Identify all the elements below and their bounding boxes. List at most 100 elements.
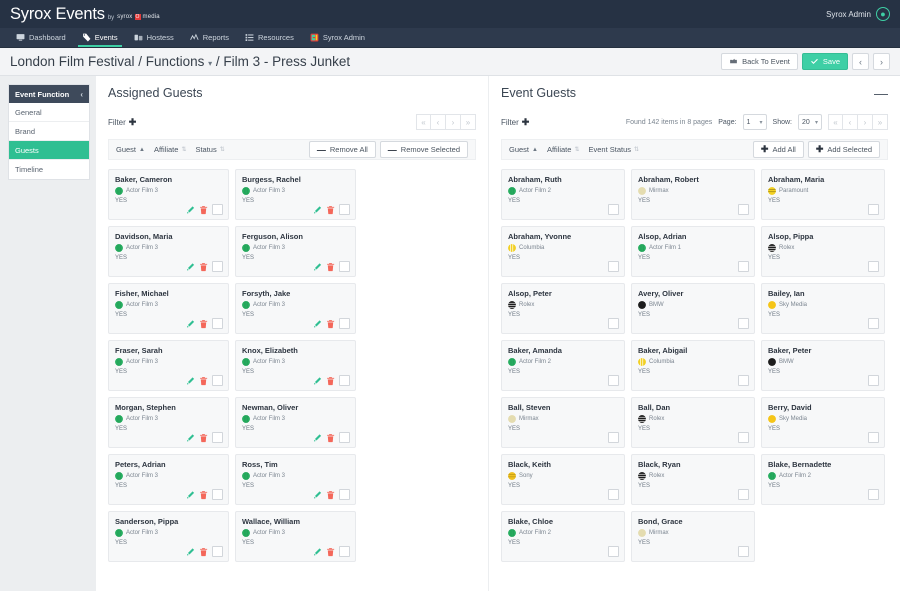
guest-card[interactable]: Knox, Elizabeth Actor Film 3 YES <box>235 340 356 391</box>
delete-guest-icon[interactable] <box>326 490 335 500</box>
guest-card[interactable]: Black, Keith Sony YES <box>501 454 625 505</box>
guest-select-checkbox[interactable] <box>608 489 619 500</box>
nav-item-dashboard[interactable]: Dashboard <box>8 28 74 47</box>
delete-guest-icon[interactable] <box>326 376 335 386</box>
nav-item-syrox-admin[interactable]: Syrox Admin <box>302 28 373 47</box>
guest-select-checkbox[interactable] <box>868 489 879 500</box>
guest-select-checkbox[interactable] <box>339 318 350 329</box>
guest-card[interactable]: Bailey, Ian Sky Media YES <box>761 283 885 334</box>
sidebar-item-general[interactable]: General <box>9 103 89 122</box>
guest-card[interactable]: Baker, Cameron Actor Film 3 YES <box>108 169 229 220</box>
delete-guest-icon[interactable] <box>199 433 208 443</box>
guest-select-checkbox[interactable] <box>212 432 223 443</box>
guest-select-checkbox[interactable] <box>868 261 879 272</box>
page-select[interactable]: 1 ▾ <box>742 114 767 130</box>
guest-select-checkbox[interactable] <box>868 318 879 329</box>
prev-page-button[interactable]: ‹ <box>431 114 446 130</box>
sort-by-status[interactable]: Status ⇅ <box>195 145 224 154</box>
next-page-button[interactable]: › <box>873 53 890 70</box>
guest-select-checkbox[interactable] <box>738 489 749 500</box>
nav-item-events[interactable]: Events <box>74 28 126 47</box>
delete-guest-icon[interactable] <box>326 319 335 329</box>
guest-select-checkbox[interactable] <box>738 318 749 329</box>
guest-select-checkbox[interactable] <box>339 546 350 557</box>
back-to-event-button[interactable]: Back To Event <box>721 53 798 70</box>
guest-select-checkbox[interactable] <box>868 432 879 443</box>
guest-select-checkbox[interactable] <box>212 204 223 215</box>
sort-by-guest[interactable]: Guest ▲ <box>116 145 145 154</box>
guest-card[interactable]: Alsop, Adrian Actor Film 1 YES <box>631 226 755 277</box>
guest-select-checkbox[interactable] <box>738 432 749 443</box>
guest-select-checkbox[interactable] <box>212 261 223 272</box>
nav-item-hostess[interactable]: Hostess <box>126 28 182 47</box>
avatar[interactable]: ● <box>876 7 890 21</box>
guest-select-checkbox[interactable] <box>868 375 879 386</box>
guest-card[interactable]: Fraser, Sarah Actor Film 3 YES <box>108 340 229 391</box>
guest-card[interactable]: Blake, Bernadette Actor Film 2 YES <box>761 454 885 505</box>
first-page-button[interactable]: « <box>416 114 431 130</box>
delete-guest-icon[interactable] <box>326 205 335 215</box>
guest-select-checkbox[interactable] <box>738 261 749 272</box>
event-guests-filter-toggle[interactable]: Filter ✚ <box>501 117 529 128</box>
prev-page-button[interactable]: ‹ <box>843 114 858 130</box>
sort-by-event-status[interactable]: Event Status ⇅ <box>588 145 639 154</box>
guest-card[interactable]: Alsop, Pippa Rolex YES <box>761 226 885 277</box>
guest-select-checkbox[interactable] <box>212 375 223 386</box>
guest-select-checkbox[interactable] <box>608 261 619 272</box>
edit-guest-icon[interactable] <box>186 319 195 329</box>
edit-guest-icon[interactable] <box>186 205 195 215</box>
guest-card[interactable]: Baker, Amanda Actor Film 2 YES <box>501 340 625 391</box>
remove-selected-button[interactable]: — Remove Selected <box>379 141 468 158</box>
edit-guest-icon[interactable] <box>186 376 195 386</box>
guest-card[interactable]: Davidson, Maria Actor Film 3 YES <box>108 226 229 277</box>
guest-card[interactable]: Ball, Dan Rolex YES <box>631 397 755 448</box>
guest-select-checkbox[interactable] <box>608 432 619 443</box>
collapse-sidebar-icon[interactable]: ‹ <box>80 90 83 99</box>
guest-select-checkbox[interactable] <box>608 204 619 215</box>
guest-card[interactable]: Baker, Abigail Columbia YES <box>631 340 755 391</box>
edit-guest-icon[interactable] <box>313 376 322 386</box>
guest-card[interactable]: Fisher, Michael Actor Film 3 YES <box>108 283 229 334</box>
guest-select-checkbox[interactable] <box>212 489 223 500</box>
remove-all-button[interactable]: — Remove All <box>308 141 376 158</box>
edit-guest-icon[interactable] <box>186 433 195 443</box>
delete-guest-icon[interactable] <box>326 262 335 272</box>
guest-select-checkbox[interactable] <box>868 204 879 215</box>
guest-card[interactable]: Forsyth, Jake Actor Film 3 YES <box>235 283 356 334</box>
user-menu[interactable]: Syrox Admin ● <box>826 7 890 21</box>
edit-guest-icon[interactable] <box>313 319 322 329</box>
edit-guest-icon[interactable] <box>313 433 322 443</box>
delete-guest-icon[interactable] <box>199 547 208 557</box>
sidebar-item-brand[interactable]: Brand <box>9 122 89 141</box>
guest-select-checkbox[interactable] <box>339 204 350 215</box>
next-page-button[interactable]: › <box>446 114 461 130</box>
sidebar-item-timeline[interactable]: Timeline <box>9 160 89 179</box>
guest-card[interactable]: Bond, Grace Mirmax YES <box>631 511 755 562</box>
guest-select-checkbox[interactable] <box>608 318 619 329</box>
guest-select-checkbox[interactable] <box>608 375 619 386</box>
save-button[interactable]: Save <box>801 53 848 70</box>
guest-card[interactable]: Avery, Oliver BMW YES <box>631 283 755 334</box>
add-all-button[interactable]: ✚ Add All <box>752 141 804 158</box>
edit-guest-icon[interactable] <box>186 262 195 272</box>
nav-item-reports[interactable]: Reports <box>182 28 237 47</box>
sort-by-affiliate[interactable]: Affiliate ⇅ <box>154 145 187 154</box>
edit-guest-icon[interactable] <box>186 547 195 557</box>
edit-guest-icon[interactable] <box>313 547 322 557</box>
guest-card[interactable]: Burgess, Rachel Actor Film 3 YES <box>235 169 356 220</box>
delete-guest-icon[interactable] <box>199 376 208 386</box>
sort-by-affiliate[interactable]: Affiliate ⇅ <box>547 145 580 154</box>
last-page-button[interactable]: » <box>873 114 888 130</box>
guest-card[interactable]: Alsop, Peter Rolex YES <box>501 283 625 334</box>
app-logo[interactable]: Syrox Events by syrox Omedia <box>10 5 160 24</box>
guest-select-checkbox[interactable] <box>339 432 350 443</box>
guest-card[interactable]: Blake, Chloe Actor Film 2 YES <box>501 511 625 562</box>
add-selected-button[interactable]: ✚ Add Selected <box>807 141 880 158</box>
nav-item-resources[interactable]: Resources <box>237 28 302 47</box>
guest-card[interactable]: Abraham, Robert Mirmax YES <box>631 169 755 220</box>
guest-select-checkbox[interactable] <box>738 546 749 557</box>
next-page-button[interactable]: › <box>858 114 873 130</box>
guest-card[interactable]: Abraham, Yvonne Columbia YES <box>501 226 625 277</box>
guest-select-checkbox[interactable] <box>339 375 350 386</box>
guest-card[interactable]: Abraham, Ruth Actor Film 2 YES <box>501 169 625 220</box>
